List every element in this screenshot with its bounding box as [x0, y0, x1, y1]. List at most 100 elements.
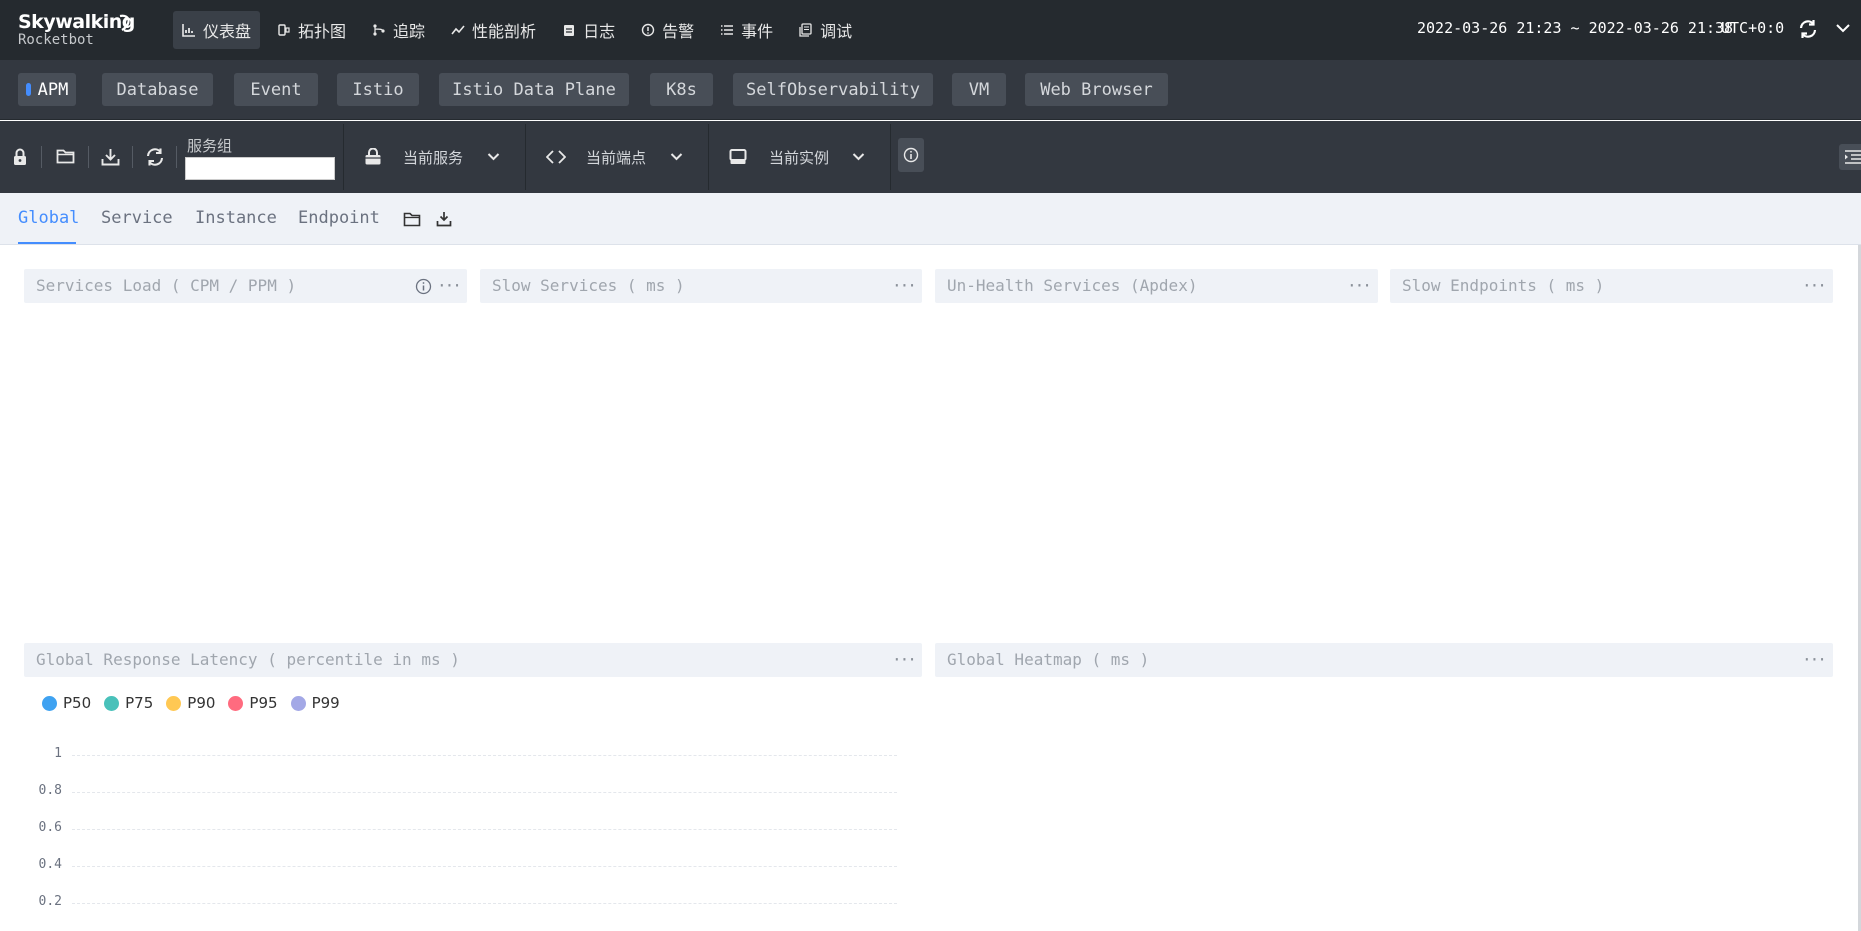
toolbar-separator — [41, 146, 42, 168]
layer-tab-istio-data-plane[interactable]: Istio Data Plane — [439, 73, 629, 106]
legend-item-p50[interactable]: P50 — [42, 694, 91, 712]
info-button[interactable] — [898, 138, 924, 172]
layer-tab-label: Istio Data Plane — [452, 79, 616, 100]
info-icon — [903, 147, 919, 163]
layer-tabs: APM Database Event Istio Istio Data Plan… — [0, 60, 1861, 120]
folder-icon[interactable] — [403, 212, 421, 227]
nav-alarm[interactable]: 告警 — [632, 11, 703, 49]
chevron-down-icon[interactable] — [1835, 22, 1851, 34]
logo-subtitle: Rocketbot — [18, 32, 94, 48]
layer-tab-label: SelfObservability — [746, 79, 920, 100]
tab-instance[interactable]: Instance — [195, 208, 277, 228]
active-tab-underline — [18, 242, 76, 244]
main-nav: 仪表盘 拓扑图 追踪 性能剖析 日志 告警 事件 调试 — [173, 11, 861, 49]
more-menu-icon[interactable]: ··· — [1802, 650, 1827, 669]
layer-tab-label: Database — [116, 79, 199, 100]
panel-slow-endpoints: Slow Endpoints ( ms ) ··· — [1390, 269, 1833, 303]
toolbar-separator — [88, 146, 89, 168]
layer-tab-label: Web Browser — [1040, 79, 1153, 100]
profile-icon — [451, 25, 465, 35]
dashboard-icon — [182, 24, 195, 37]
current-instance-select[interactable]: 当前实例 — [769, 147, 829, 168]
timezone-label[interactable]: UTC+0:0 — [1721, 19, 1784, 37]
folder-icon[interactable] — [56, 148, 75, 165]
y-tick-label: 0.8 — [38, 783, 62, 798]
panel-global-latency: Global Response Latency ( percentile in … — [24, 643, 922, 677]
chevron-down-icon[interactable] — [670, 152, 683, 162]
grid-line — [72, 829, 897, 830]
layer-tab-label: K8s — [666, 79, 697, 100]
panel-title: Global Response Latency ( percentile in … — [36, 650, 460, 669]
skywalking-logo[interactable]: Skywalking Rocketbot — [18, 11, 135, 56]
legend-swatch — [42, 695, 57, 711]
nav-topology-label: 拓扑图 — [298, 22, 347, 41]
legend-item-p90[interactable]: P90 — [166, 694, 215, 712]
layer-tab-database[interactable]: Database — [102, 73, 213, 106]
y-tick-label: 0.2 — [38, 894, 62, 909]
layer-tab-k8s[interactable]: K8s — [650, 73, 713, 106]
nav-log[interactable]: 日志 — [553, 11, 624, 49]
layer-tab-event[interactable]: Event — [234, 73, 318, 106]
grid-line — [72, 866, 897, 867]
time-range-picker[interactable]: 2022-03-26 21:23 ~ 2022-03-26 21:38 — [1417, 19, 1733, 37]
layer-tab-vm[interactable]: VM — [952, 73, 1006, 106]
toolbar-divider — [890, 124, 891, 190]
legend-item-p99[interactable]: P99 — [290, 694, 340, 712]
nav-dashboard[interactable]: 仪表盘 — [173, 11, 261, 49]
alarm-icon — [641, 23, 655, 37]
nav-trace-label: 追踪 — [393, 22, 426, 41]
download-icon[interactable] — [101, 148, 120, 166]
nav-profile[interactable]: 性能剖析 — [442, 11, 545, 49]
info-icon[interactable] — [415, 278, 432, 295]
layer-tab-web-browser[interactable]: Web Browser — [1025, 73, 1168, 106]
more-menu-icon[interactable]: ··· — [1347, 276, 1372, 295]
logo-swoosh-icon — [119, 14, 130, 31]
legend-label: P95 — [249, 694, 278, 712]
dashboard-content: Services Load ( CPM / PPM ) ··· Slow Ser… — [0, 245, 1861, 931]
nav-debug-label: 调试 — [820, 22, 853, 41]
legend-swatch — [104, 695, 120, 711]
more-menu-icon[interactable]: ··· — [437, 276, 462, 295]
panel-slow-services: Slow Services ( ms ) ··· — [480, 269, 922, 303]
more-menu-icon[interactable]: ··· — [1802, 276, 1827, 295]
tab-service[interactable]: Service — [101, 208, 173, 228]
legend-item-p75[interactable]: P75 — [104, 694, 153, 712]
more-menu-icon[interactable]: ··· — [892, 276, 917, 295]
legend-label: P99 — [311, 694, 340, 712]
nav-event-label: 事件 — [741, 22, 774, 41]
panel-global-heatmap: Global Heatmap ( ms ) ··· — [935, 643, 1833, 677]
nav-trace[interactable]: 追踪 — [363, 11, 434, 49]
dashboard-tabs: Global Service Instance Endpoint — [0, 193, 1861, 245]
panel-title: Un-Health Services (Apdex) — [947, 276, 1198, 295]
more-menu-icon[interactable]: ··· — [892, 650, 917, 669]
service-group-label: 服务组 — [187, 137, 233, 155]
top-header: Skywalking Rocketbot 仪表盘 拓扑图 追踪 性能剖析 日志 … — [0, 0, 1861, 60]
collapse-panel-button[interactable] — [1839, 144, 1861, 170]
toolbar-separator — [132, 146, 133, 168]
lock-icon[interactable] — [12, 148, 28, 166]
nav-topology[interactable]: 拓扑图 — [268, 11, 355, 49]
current-service-select[interactable]: 当前服务 — [403, 147, 463, 168]
layer-tab-apm[interactable]: APM — [18, 73, 76, 106]
refresh-icon[interactable] — [145, 148, 165, 166]
nav-debug[interactable]: 调试 — [790, 11, 861, 49]
service-group-input[interactable] — [185, 157, 335, 180]
panel-unhealth-services: Un-Health Services (Apdex) ··· — [935, 269, 1378, 303]
panel-title: Slow Services ( ms ) — [492, 276, 685, 295]
logo-title: Skywalking — [18, 11, 135, 33]
nav-event[interactable]: 事件 — [711, 11, 782, 49]
tab-endpoint[interactable]: Endpoint — [298, 208, 380, 228]
chevron-down-icon[interactable] — [852, 152, 865, 162]
layer-tab-selfobservability[interactable]: SelfObservability — [733, 73, 933, 106]
current-endpoint-select[interactable]: 当前端点 — [586, 147, 646, 168]
auto-refresh-icon[interactable] — [1798, 19, 1818, 39]
download-icon[interactable] — [436, 211, 452, 227]
y-tick-label: 1 — [54, 746, 62, 761]
panel-title: Slow Endpoints ( ms ) — [1402, 276, 1605, 295]
legend-item-p95[interactable]: P95 — [228, 694, 278, 712]
y-tick-label: 0.4 — [38, 857, 62, 872]
nav-dashboard-label: 仪表盘 — [203, 22, 252, 41]
chevron-down-icon[interactable] — [487, 152, 500, 162]
layer-tab-istio[interactable]: Istio — [337, 73, 419, 106]
tab-global[interactable]: Global — [18, 208, 79, 228]
